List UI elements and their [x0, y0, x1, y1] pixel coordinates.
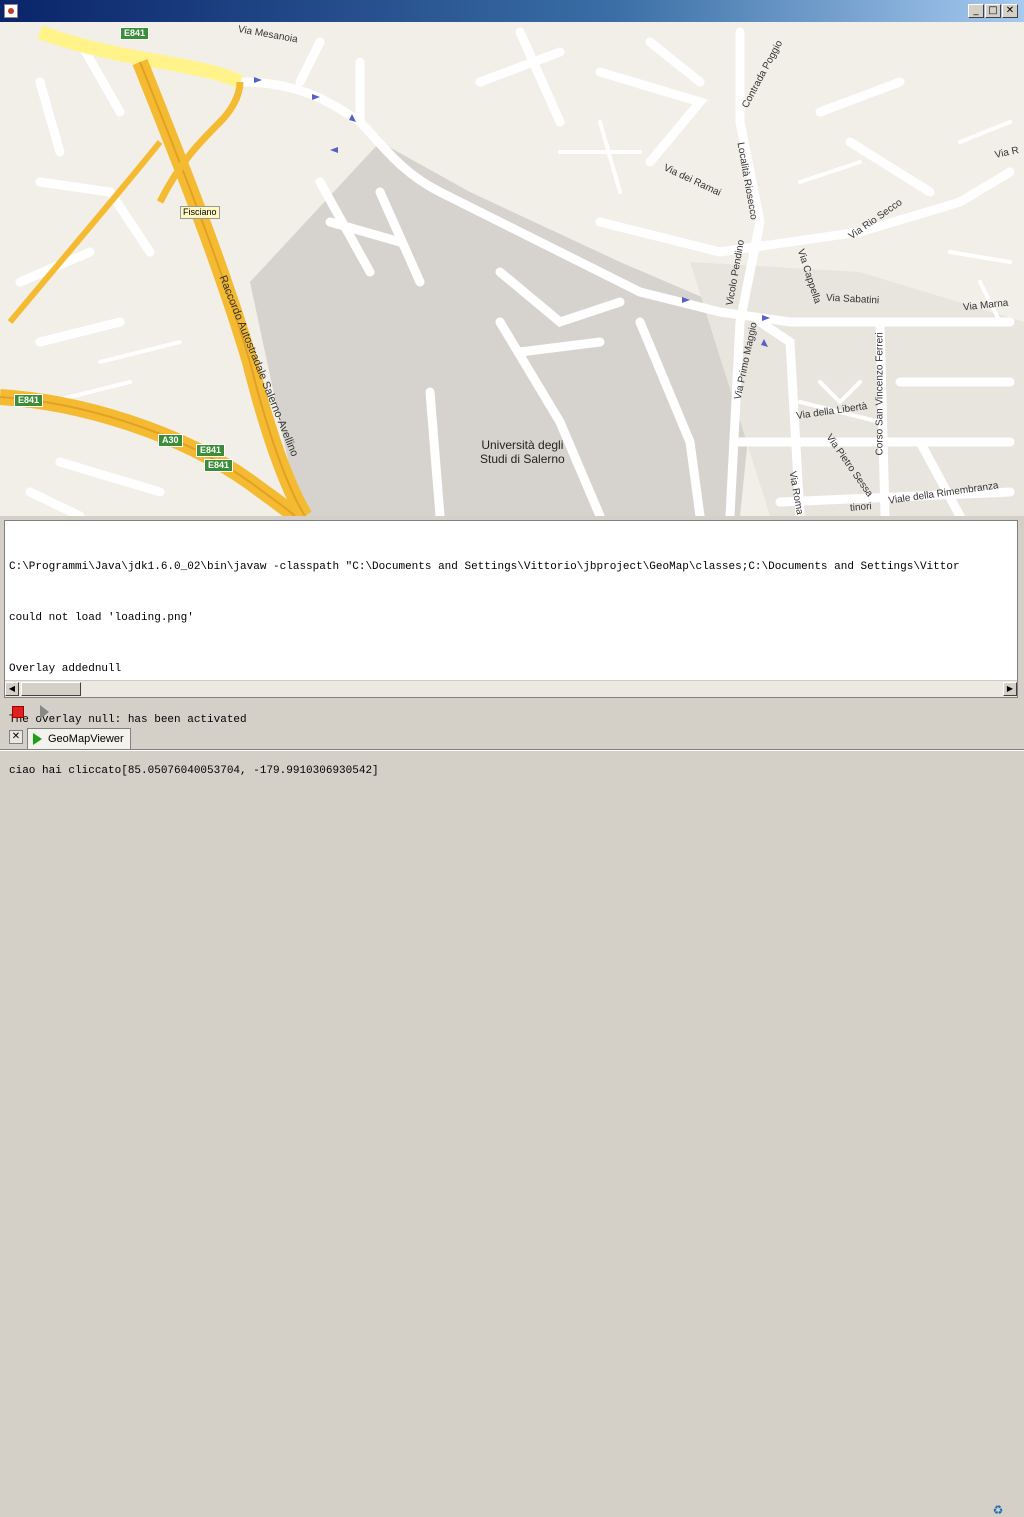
- java-app-icon: [4, 4, 18, 18]
- university-label: Università degli Studi di Salerno: [480, 438, 565, 466]
- tab-bar: [0, 727, 1024, 750]
- stop-icon[interactable]: [12, 706, 24, 718]
- close-tab-icon[interactable]: ✕: [9, 730, 23, 744]
- street-label: Corso San Vincenzo Ferreri: [874, 332, 886, 456]
- scroll-right-arrow-icon[interactable]: ▶: [1003, 682, 1017, 696]
- university-label-line1: Università degli: [481, 438, 564, 452]
- street-label: tinori: [849, 501, 873, 514]
- tab-geomapviewer[interactable]: GeoMapViewer: [27, 728, 131, 749]
- recycle-icon[interactable]: ♻: [990, 1503, 1006, 1517]
- map-view[interactable]: E841 E841 A30 E841 E841 Fisciano Univers…: [0, 22, 1024, 516]
- console-line: Overlay addednull: [9, 663, 122, 675]
- maximize-button[interactable]: □: [985, 4, 1001, 18]
- e841-shield-south: E841: [196, 444, 226, 457]
- e841-shield-top: E841: [120, 27, 150, 40]
- scroll-left-arrow-icon[interactable]: ◀: [5, 682, 19, 696]
- e841-shield-south-2: E841: [204, 459, 234, 472]
- title-bar: _ □ ✕: [0, 0, 1024, 22]
- a30-shield: A30: [158, 434, 183, 447]
- scrollbar-thumb[interactable]: [21, 682, 81, 696]
- fisciano-marker: Fisciano: [180, 206, 220, 219]
- minimize-button[interactable]: _: [968, 4, 984, 18]
- university-label-line2: Studi di Salerno: [480, 452, 565, 466]
- run-icon: [33, 733, 42, 745]
- console-output[interactable]: C:\Programmi\Java\jdk1.6.0_02\bin\javaw …: [4, 520, 1018, 777]
- console-line: C:\Programmi\Java\jdk1.6.0_02\bin\javaw …: [9, 561, 960, 573]
- run-icon[interactable]: [40, 705, 49, 719]
- e841-shield-west: E841: [14, 394, 44, 407]
- horizontal-scrollbar[interactable]: ◀ ▶: [5, 680, 1017, 697]
- status-bar: ♻: [0, 750, 1024, 1517]
- close-button[interactable]: ✕: [1002, 4, 1018, 18]
- console-text: C:\Programmi\Java\jdk1.6.0_02\bin\javaw …: [9, 525, 1013, 814]
- console-line: could not load 'loading.png': [9, 612, 194, 624]
- console-toolbar: [0, 699, 1024, 725]
- tab-label: GeoMapViewer: [48, 733, 124, 745]
